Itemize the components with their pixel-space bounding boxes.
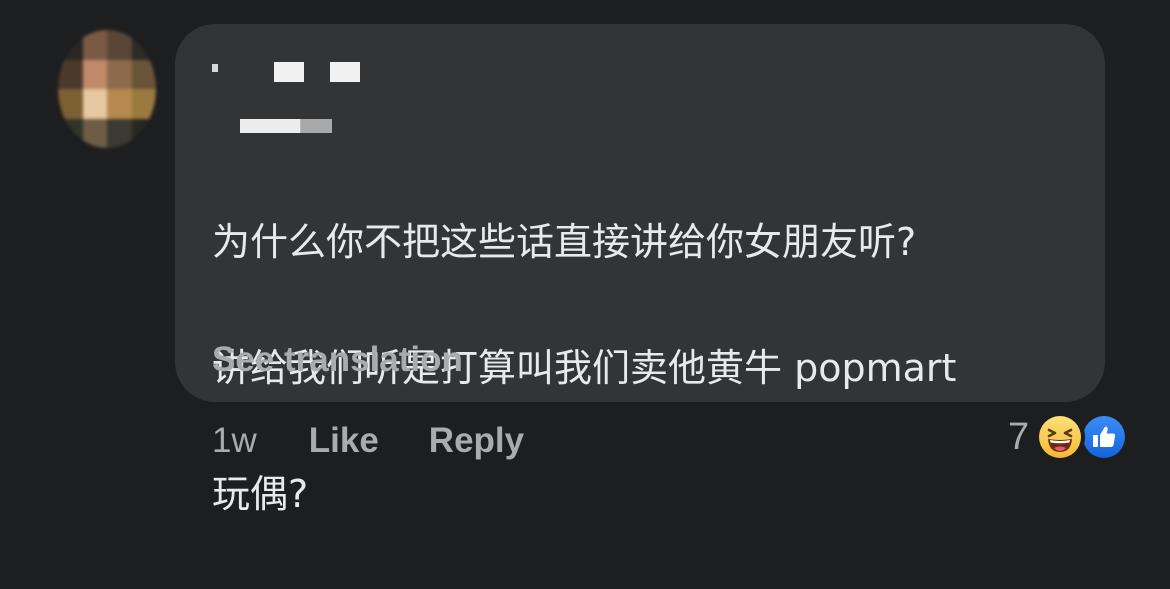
haha-emoji-icon [1035, 412, 1086, 462]
reactions-summary[interactable]: 7 [1008, 412, 1130, 462]
author-subtitle-redacted [240, 119, 332, 133]
see-translation-link[interactable]: See translation [212, 337, 463, 383]
reaction-count: 7 [1008, 415, 1030, 458]
comment-text-line: 为什么你不把这些话直接讲给你女朋友听? [212, 220, 917, 264]
comment-actions: 1w Like Reply [212, 418, 574, 464]
like-button[interactable]: Like [309, 421, 379, 461]
comment-text-line: 玩偶? [212, 472, 309, 516]
like-thumb-icon [1079, 412, 1130, 462]
reply-button[interactable]: Reply [429, 421, 524, 461]
avatar[interactable] [58, 30, 156, 148]
timestamp[interactable]: 1w [212, 421, 257, 461]
author-name-redacted[interactable] [212, 56, 362, 86]
